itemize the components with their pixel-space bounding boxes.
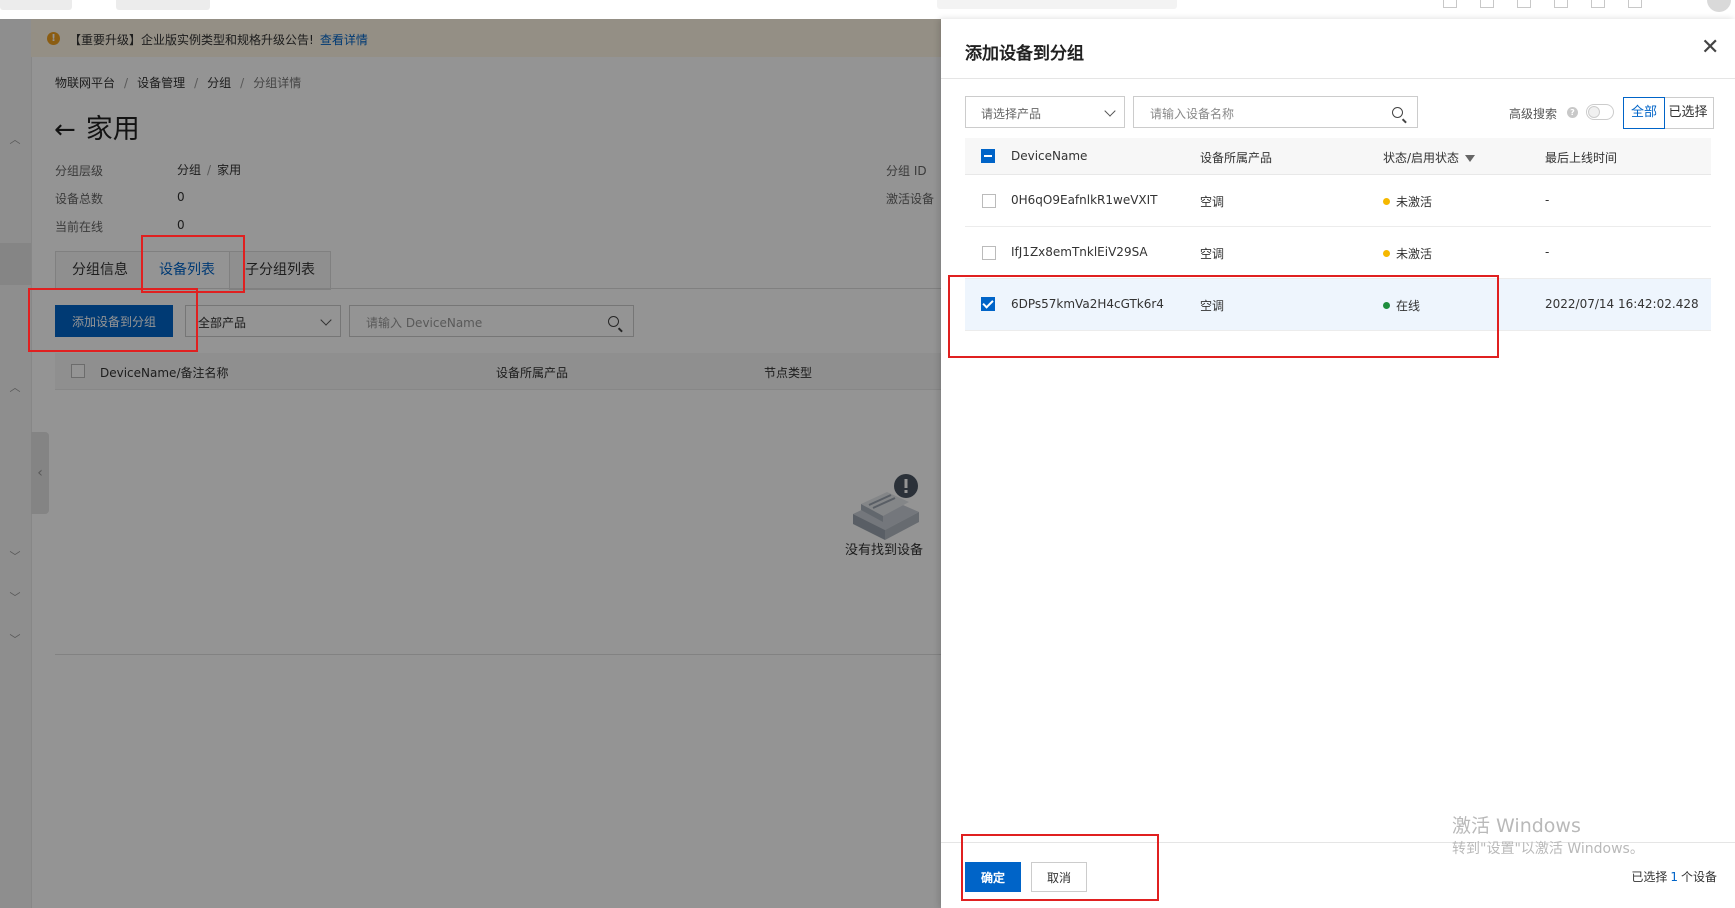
toggle-knob (1588, 106, 1600, 118)
status-dot-icon (1383, 198, 1390, 205)
cart-icon[interactable] (1443, 0, 1457, 8)
column-header: DeviceName (1011, 149, 1088, 163)
global-search-input[interactable] (937, 0, 1177, 9)
device-product: 空调 (1200, 247, 1225, 261)
device-table-header: DeviceName 设备所属产品 状态/启用状态 最后上线时间 (965, 138, 1711, 175)
device-product: 空调 (1200, 195, 1225, 209)
device-name-search-input[interactable]: 请输入设备名称 (1133, 96, 1418, 128)
advanced-search-label: 高级搜索 (1509, 107, 1558, 121)
last-online-time: - (1545, 245, 1550, 259)
drawer-title: 添加设备到分组 (965, 44, 1084, 64)
top-navbar (0, 0, 1735, 20)
help-circle-icon[interactable]: ? (1567, 107, 1578, 118)
workbench-button[interactable] (116, 0, 210, 10)
status-dot-icon (1383, 250, 1390, 257)
product-select-placeholder: 请选择产品 (981, 107, 1042, 121)
product-select[interactable]: 请选择产品 (965, 96, 1125, 128)
last-online-time: 2022/07/14 16:42:02.428 (1545, 297, 1699, 311)
column-header: 最后上线时间 (1545, 151, 1618, 165)
windows-watermark-subtitle: 转到"设置"以激活 Windows。 (1452, 841, 1644, 857)
annotation-box (948, 275, 1499, 358)
column-header: 状态/启用状态 (1383, 151, 1460, 165)
bell-icon[interactable] (1517, 0, 1531, 8)
add-device-drawer: 添加设备到分组 ✕ 请选择产品 请输入设备名称 高级搜索 ? 全部 已选择 De… (941, 19, 1735, 908)
row-checkbox[interactable] (982, 194, 996, 208)
select-all-checkbox[interactable] (981, 149, 995, 163)
windows-watermark-title: 激活 Windows (1452, 815, 1581, 837)
annotation-box (961, 834, 1159, 901)
selected-count-text: 已选择 1 个设备 (1631, 870, 1717, 884)
help-icon[interactable] (1591, 0, 1605, 8)
filter-selected-button[interactable]: 已选择 (1662, 97, 1714, 129)
annotation-box (141, 235, 245, 293)
device-status: 未激活 (1396, 247, 1433, 261)
table-row[interactable]: 0H6qO9EafnlkR1weVXIT 空调 未激活 - (965, 175, 1711, 227)
column-header: 设备所属产品 (1200, 151, 1273, 165)
device-name: IfJ1Zx8emTnklEiV29SA (1011, 245, 1148, 259)
device-name: 0H6qO9EafnlkR1weVXIT (1011, 193, 1158, 207)
console-menu-button[interactable] (0, 0, 72, 10)
chevron-down-icon (1104, 105, 1116, 117)
row-checkbox[interactable] (982, 246, 996, 260)
close-icon[interactable]: ✕ (1701, 37, 1719, 59)
annotation-box (28, 288, 198, 352)
avatar[interactable] (1707, 0, 1731, 12)
user-menu-icon[interactable] (1628, 0, 1642, 8)
last-online-time: - (1545, 193, 1550, 207)
selected-count: 1 (1670, 870, 1678, 884)
advanced-search-toggle[interactable] (1586, 104, 1614, 120)
search-placeholder: 请输入设备名称 (1150, 107, 1235, 121)
filter-icon[interactable] (1465, 155, 1476, 162)
divider (941, 78, 1735, 79)
modal-mask[interactable] (0, 19, 941, 908)
search-icon[interactable] (1392, 107, 1403, 118)
table-row[interactable]: IfJ1Zx8emTnklEiV29SA 空调 未激活 - (965, 227, 1711, 279)
language-icon[interactable] (1554, 0, 1568, 8)
device-status: 未激活 (1396, 195, 1433, 209)
filter-all-button[interactable]: 全部 (1623, 97, 1665, 129)
ticket-icon[interactable] (1480, 0, 1494, 8)
